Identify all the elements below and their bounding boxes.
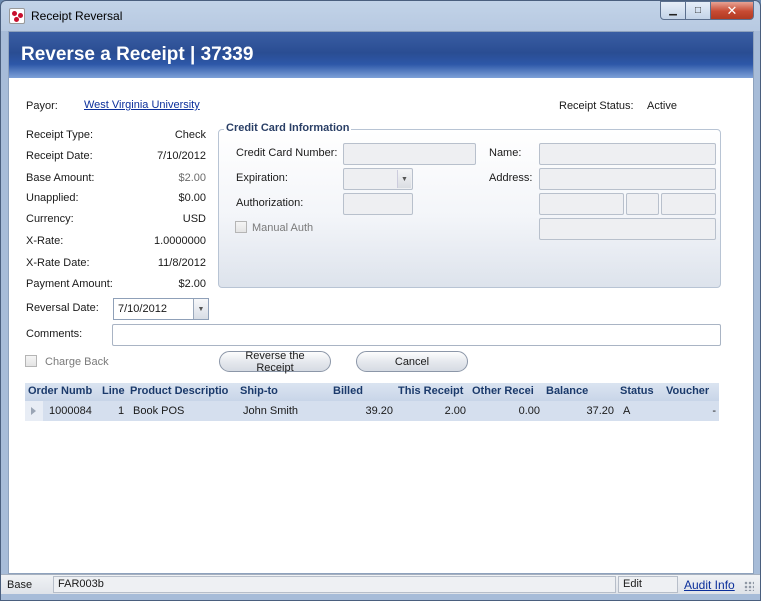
authorization-label: Authorization:: [236, 197, 304, 209]
reversal-date-label: Reversal Date:: [26, 302, 99, 314]
audit-info-link[interactable]: Audit Info: [684, 578, 735, 592]
grid-header: Order Numb Line Product Descriptio Ship-…: [25, 383, 719, 401]
status-bar: Base FAR003b Edit Audit Info: [1, 574, 760, 594]
x-rate-date-value: 11/8/2012: [157, 257, 206, 269]
zip-input[interactable]: [661, 193, 716, 215]
col-other-receipts[interactable]: Other Recei: [472, 385, 542, 397]
cc-number-label: Credit Card Number:: [236, 147, 338, 159]
close-icon[interactable]: ✕: [710, 1, 754, 20]
header-banner: Reverse a Receipt | 37339: [9, 32, 753, 78]
currency-value: USD: [182, 213, 206, 225]
col-order-number[interactable]: Order Numb: [28, 385, 100, 397]
app-icon: [9, 8, 25, 24]
city-input[interactable]: [539, 193, 624, 215]
col-product-description[interactable]: Product Descriptio: [130, 385, 236, 397]
window-controls: ▁ □ ✕: [660, 1, 754, 20]
credit-card-legend: Credit Card Information: [224, 122, 352, 134]
comments-label: Comments:: [26, 328, 83, 340]
col-voucher[interactable]: Voucher: [666, 385, 718, 397]
reverse-receipt-button[interactable]: Reverse the Receipt: [219, 350, 331, 374]
name-label: Name:: [489, 147, 522, 159]
col-this-receipt[interactable]: This Receipt: [398, 385, 470, 397]
row-selector-icon[interactable]: [25, 401, 43, 421]
cell-product: Book POS: [133, 405, 185, 417]
cell-status: A: [623, 405, 631, 417]
cell-ship-to: John Smith: [243, 405, 299, 417]
status-mode: Edit: [618, 576, 678, 593]
chevron-down-icon[interactable]: ▼: [397, 170, 411, 188]
expiration-label: Expiration:: [236, 172, 288, 184]
cell-order: 1000084: [49, 405, 92, 417]
receipt-type-value: Check: [174, 129, 206, 141]
cell-voucher: -: [712, 405, 716, 417]
receipt-reversal-window: Receipt Reversal ▁ □ ✕ Reverse a Receipt…: [0, 0, 761, 601]
form-content: Reverse a Receipt | 37339 Payor: West Vi…: [8, 31, 754, 574]
manual-auth-checkbox[interactable]: [235, 221, 247, 233]
name-input[interactable]: [539, 143, 716, 165]
receipt-date-label: Receipt Date:: [26, 150, 93, 162]
window-title: Receipt Reversal: [31, 9, 123, 23]
payor-label: Payor:: [26, 100, 58, 112]
address-line1-input[interactable]: [539, 168, 716, 190]
base-amount-value: $2.00: [178, 172, 206, 184]
unapplied-value: $0.00: [178, 192, 206, 204]
payment-amount-label: Payment Amount:: [26, 278, 113, 290]
receipt-type-label: Receipt Type:: [26, 129, 94, 141]
col-balance[interactable]: Balance: [546, 385, 616, 397]
col-line[interactable]: Line: [102, 385, 128, 397]
x-rate-label: X-Rate:: [26, 235, 64, 247]
expiration-dropdown[interactable]: ▼: [343, 168, 413, 190]
unapplied-label: Unapplied:: [26, 192, 79, 204]
page-title: Reverse a Receipt | 37339: [21, 44, 254, 65]
receipt-date-value: 7/10/2012: [157, 150, 206, 162]
cancel-button[interactable]: Cancel: [356, 351, 468, 372]
authorization-input[interactable]: [343, 193, 413, 215]
receipt-status-value: Active: [647, 100, 677, 112]
reversal-date-picker[interactable]: 7/10/2012 ▼: [113, 298, 209, 320]
minimize-icon[interactable]: ▁: [660, 1, 686, 20]
status-form-id: FAR003b: [53, 576, 616, 593]
country-input[interactable]: [539, 218, 716, 240]
manual-auth-label: Manual Auth: [252, 222, 314, 234]
x-rate-date-label: X-Rate Date:: [26, 257, 90, 269]
reversal-date-value: 7/10/2012: [118, 303, 167, 315]
payor-link[interactable]: West Virginia University: [84, 99, 200, 111]
cell-this-receipt: 2.00: [444, 405, 466, 417]
state-input[interactable]: [626, 193, 659, 215]
chevron-down-icon[interactable]: ▼: [193, 299, 208, 319]
cc-number-input[interactable]: [343, 143, 476, 165]
cell-other: 0.00: [518, 405, 540, 417]
receipt-status-label: Receipt Status:: [559, 100, 634, 112]
comments-input[interactable]: [112, 324, 721, 346]
col-ship-to[interactable]: Ship-to: [240, 385, 320, 397]
col-billed[interactable]: Billed: [333, 385, 393, 397]
address-label: Address:: [489, 172, 533, 184]
title-bar[interactable]: Receipt Reversal ▁ □ ✕: [1, 1, 760, 30]
table-row[interactable]: 1000084 1 Book POS John Smith 39.20 2.00…: [25, 401, 719, 421]
maximize-icon[interactable]: □: [685, 1, 711, 20]
charge-back-label: Charge Back: [45, 356, 109, 368]
charge-back-checkbox[interactable]: [25, 355, 37, 367]
base-amount-label: Base Amount:: [26, 172, 95, 184]
col-status[interactable]: Status: [620, 385, 662, 397]
resize-grip-icon[interactable]: [744, 581, 754, 591]
cell-line: 1: [118, 405, 125, 417]
x-rate-value: 1.0000000: [154, 235, 206, 247]
payment-amount-value: $2.00: [178, 278, 206, 290]
cell-billed: 39.20: [365, 405, 393, 417]
currency-label: Currency:: [26, 213, 74, 225]
cell-balance: 37.20: [586, 405, 614, 417]
status-base: Base: [7, 579, 33, 591]
